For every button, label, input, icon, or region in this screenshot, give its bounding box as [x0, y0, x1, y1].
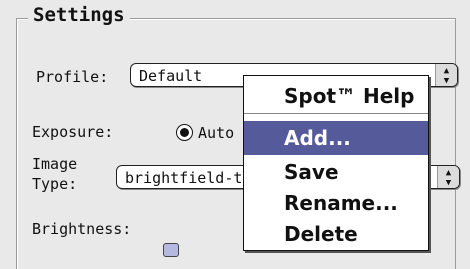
exposure-auto-radio[interactable]: [176, 124, 193, 141]
settings-title: Settings: [28, 4, 130, 26]
brightness-label: Brightness:: [32, 220, 132, 238]
image-type-label-line1: Image: [32, 155, 78, 173]
profile-value: Default: [139, 67, 203, 85]
popup-arrows-icon: ▲ ▼: [435, 64, 457, 86]
menu-item-rename[interactable]: Rename...: [244, 188, 428, 218]
popup-arrows-icon: ▲ ▼: [437, 166, 459, 188]
menu-item-spot-help[interactable]: Spot™ Help: [244, 81, 428, 111]
image-type-value: brightfield-tr: [125, 169, 252, 187]
image-type-label-line2: Type:: [32, 175, 78, 193]
menu-item-save[interactable]: Save: [244, 157, 428, 187]
exposure-auto-label: Auto: [198, 124, 235, 142]
menu-separator: [244, 113, 428, 114]
profile-menu: Spot™ Help Add... Save Rename... Delete: [243, 75, 429, 251]
menu-item-delete[interactable]: Delete: [244, 219, 428, 249]
brightness-slider-thumb[interactable]: [163, 243, 179, 257]
menu-item-add[interactable]: Add...: [244, 121, 428, 155]
exposure-label: Exposure:: [32, 123, 114, 141]
profile-label: Profile:: [36, 68, 109, 86]
